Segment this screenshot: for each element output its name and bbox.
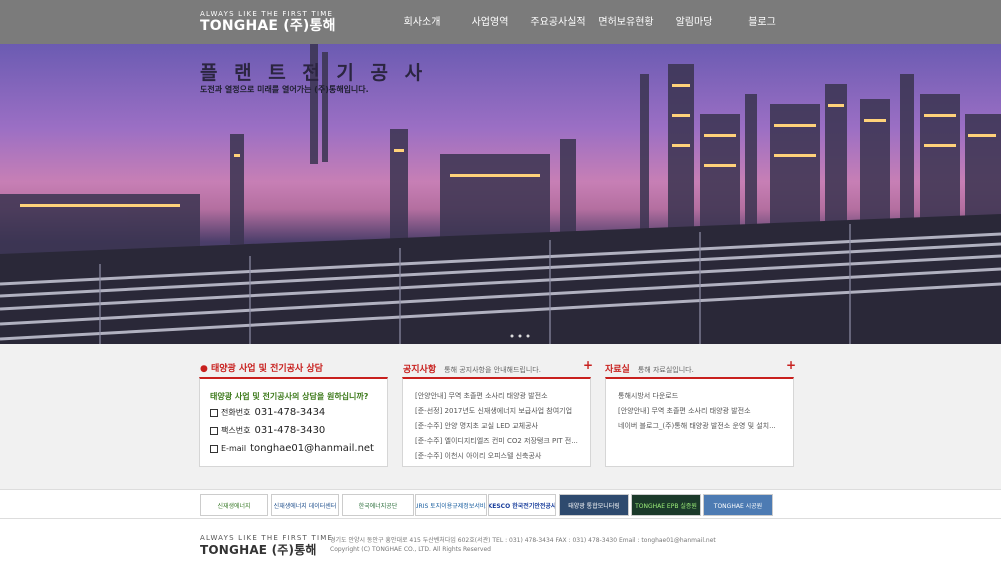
nav-projects[interactable]: 주요공사실적: [524, 0, 592, 44]
top-header: ALWAYS LIKE THE FIRST TIME TONGHAE (주)통해…: [0, 0, 1001, 44]
data-desc: 통해 자료실입니다.: [637, 366, 694, 374]
logo-tagline: ALWAYS LIKE THE FIRST TIME: [200, 10, 334, 18]
hero-subtitle: 도전과 열정으로 미래를 열어가는 (주)통해입니다.: [200, 85, 369, 94]
notice-item[interactable]: [준-선정] 2017년도 신재생에너지 보급사업 참여기업: [415, 406, 572, 416]
hero-title: 플 랜 트 전 기 공 사: [200, 62, 428, 84]
nav-company[interactable]: 회사소개: [388, 0, 456, 44]
nav-blog[interactable]: 블로그: [728, 0, 796, 44]
partner-banner[interactable]: 신재생에너지 데이터센터: [271, 494, 339, 516]
nav-licenses[interactable]: 면허보유현황: [592, 0, 660, 44]
consult-title: 태양광 사업 및 전기공사 상담: [211, 364, 323, 374]
site-footer: ALWAYS LIKE THE FIRST TIME TONGHAE (주)통해…: [0, 520, 1001, 574]
data-item[interactable]: 네이버 블로그_(주)통해 태양광 발전소 운영 및 설치...: [618, 421, 776, 431]
notice-heading: 공지사항 통해 공지사항을 안내해드립니다.: [403, 362, 541, 375]
notice-item[interactable]: [준-수주] 이천시 아이리 오피스텔 신축공사: [415, 451, 541, 461]
footer-tagline: ALWAYS LIKE THE FIRST TIME: [200, 534, 334, 542]
notice-item[interactable]: [준-수주] 엘이디지티엘즈 컨미 CO2 저장탱크 PIT 전...: [415, 436, 578, 446]
email-address[interactable]: tonghae01@hanmail.net: [250, 443, 374, 454]
partner-banner[interactable]: 신재생에너지: [200, 494, 268, 516]
consult-question: 태양광 사업 및 전기공사의 상담을 원하십니까?: [210, 392, 369, 401]
speech-bubble-icon: ●: [200, 364, 208, 374]
refinery-illustration: [0, 44, 1001, 344]
fax-number: 031-478-3430: [254, 425, 326, 436]
data-title[interactable]: 자료실: [605, 365, 630, 375]
partner-banner[interactable]: LURIS 토지이용규제정보서비스: [415, 494, 487, 516]
partner-banners: 신재생에너지 신재생에너지 데이터센터 한국에너지공단 LURIS 토지이용규제…: [0, 489, 1001, 519]
data-item[interactable]: 통해시방서 다운로드: [618, 391, 678, 401]
data-card: 통해시방서 다운로드 [안양안내] 무역 초졸편 소사리 태양광 발전소 네이버…: [605, 377, 794, 467]
phone-label: 전화번호: [221, 408, 251, 417]
fax-row: 팩스번호 031-478-3430: [210, 425, 325, 436]
phone-row: 전화번호 031-478-3434: [210, 407, 325, 418]
hero-banner: 플 랜 트 전 기 공 사 도전과 열정으로 미래를 열어가는 (주)통해입니다…: [0, 44, 1001, 344]
content-section: ● 태양광 사업 및 전기공사 상담 태양광 사업 및 전기공사의 상담을 원하…: [0, 344, 1001, 489]
data-heading: 자료실 통해 자료실입니다.: [605, 362, 694, 375]
data-item[interactable]: [안양안내] 무역 초졸편 소사리 태양광 발전소: [618, 406, 751, 416]
footer-logo: ALWAYS LIKE THE FIRST TIME TONGHAE (주)통해: [200, 534, 333, 558]
fax-label: 팩스번호: [221, 426, 251, 435]
notice-card: [안양안내] 무역 초졸편 소사리 태양광 발전소 [준-선정] 2017년도 …: [402, 377, 591, 467]
phone-number: 031-478-3434: [254, 407, 326, 418]
notice-desc: 통해 공지사항을 안내해드립니다.: [444, 366, 541, 374]
nav-business[interactable]: 사업영역: [456, 0, 524, 44]
mail-icon: [210, 444, 218, 453]
consult-card: 태양광 사업 및 전기공사의 상담을 원하십니까? 전화번호 031-478-3…: [199, 377, 388, 467]
footer-address: 경기도 안양시 동안구 흥안대로 415 두산벤처다임 602호(서관) TEL…: [330, 537, 716, 544]
fax-icon: [210, 426, 218, 435]
footer-copyright: Copyright (C) TONGHAE CO., LTD. All Righ…: [330, 546, 491, 553]
partner-banner[interactable]: TONGHAE EPB 실증원: [631, 494, 701, 516]
footer-name: TONGHAE (주)통해: [200, 543, 317, 557]
email-row: E-mail tonghae01@hanmail.net: [210, 443, 374, 454]
footer-info: 경기도 안양시 동안구 흥안대로 415 두산벤처다임 602호(서관) TEL…: [330, 536, 716, 554]
main-nav: 회사소개 사업영역 주요공사실적 면허보유현황 알림마당 블로그: [388, 0, 796, 44]
data-more-button[interactable]: +: [786, 359, 796, 371]
site-logo[interactable]: ALWAYS LIKE THE FIRST TIME TONGHAE (주)통해: [200, 10, 336, 34]
phone-icon: [210, 408, 218, 417]
consult-heading: ● 태양광 사업 및 전기공사 상담: [200, 361, 323, 374]
notice-more-button[interactable]: +: [583, 359, 593, 371]
notice-title[interactable]: 공지사항: [403, 365, 436, 375]
partner-banner[interactable]: TONGHAE 시공원: [703, 494, 773, 516]
partner-banner[interactable]: 한국에너지공단: [342, 494, 414, 516]
nav-notice[interactable]: 알림마당: [660, 0, 728, 44]
notice-item[interactable]: [준-수주] 안양 명지초 교실 LED 교체공사: [415, 421, 538, 431]
logo-name: TONGHAE (주)통해: [200, 18, 336, 34]
partner-banner[interactable]: 태양광 통합모니터링: [559, 494, 629, 516]
partner-banner[interactable]: KESCO 한국전기안전공사: [488, 494, 556, 516]
notice-item[interactable]: [안양안내] 무역 초졸편 소사리 태양광 발전소: [415, 391, 548, 401]
email-label: E-mail: [221, 444, 247, 453]
